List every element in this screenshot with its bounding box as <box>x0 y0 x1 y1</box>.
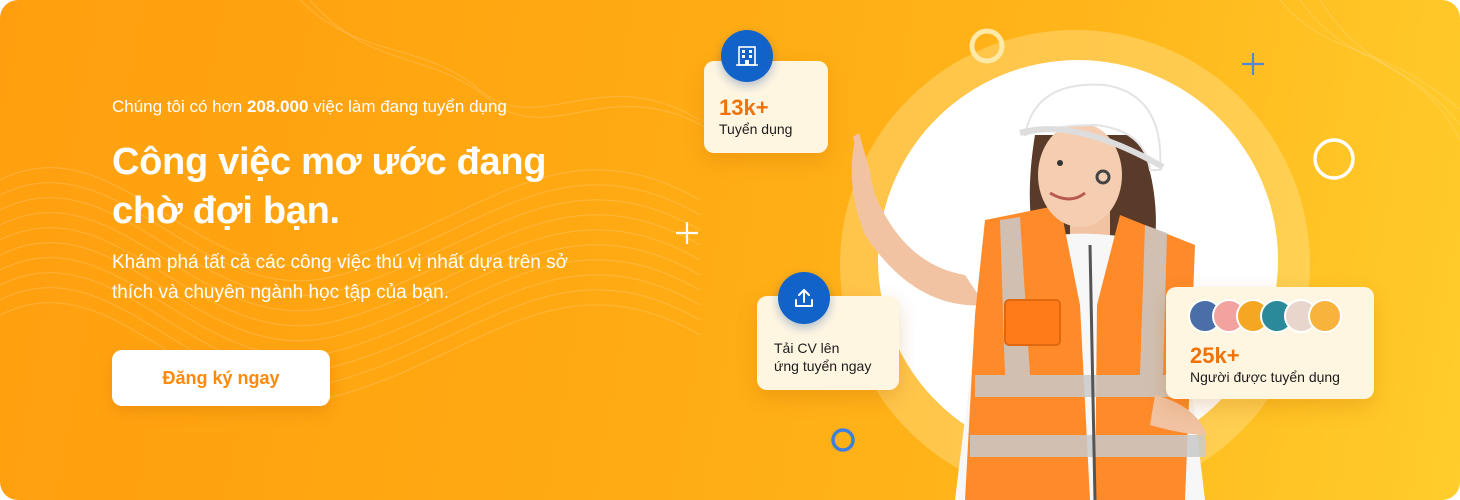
upload-icon[interactable] <box>778 272 830 324</box>
ring-decoration <box>1313 138 1355 180</box>
construction-worker-photo <box>851 83 1207 500</box>
upload-cv-line2: ứng tuyển ngay <box>774 358 872 374</box>
recruiting-stat-card: 13k+ Tuyển dụng <box>704 61 828 153</box>
upload-cv-line1: Tải CV lên <box>774 340 840 356</box>
job-count: 208.000 <box>246 97 309 116</box>
upload-cv-card[interactable]: Tải CV lên ứng tuyển ngay <box>757 296 899 390</box>
building-icon <box>721 30 773 82</box>
hero-description: Khám phá tất cả các công việc thú vị nhấ… <box>112 252 569 303</box>
hired-label: Người được tuyển dụng <box>1190 369 1340 385</box>
subtitle-prefix: Chúng tôi có hơn <box>112 97 247 116</box>
hired-stat-card: 25k+ Người được tuyển dụng <box>1166 287 1374 399</box>
plus-decoration <box>676 222 698 244</box>
ring-decoration <box>969 28 1005 64</box>
recruiting-label: Tuyển dụng <box>719 121 793 137</box>
recruiting-count: 13k+ <box>719 95 769 120</box>
plus-decoration <box>1242 53 1264 75</box>
subtitle-suffix: việc làm đang tuyển dụng <box>308 97 507 116</box>
avatar <box>1308 299 1342 333</box>
hero-headline: Công việc mơ ước đang chờ đợi bạn. <box>112 141 547 232</box>
hero-subtitle: Chúng tôi có hơn 208.000 việc làm đang t… <box>112 96 632 118</box>
hired-count: 25k+ <box>1190 343 1240 368</box>
hero-text-block: Chúng tôi có hơn 208.000 việc làm đang t… <box>112 96 632 308</box>
hero-banner: Chúng tôi có hơn 208.000 việc làm đang t… <box>0 0 1460 500</box>
register-now-button[interactable]: Đăng ký ngay <box>112 350 330 406</box>
